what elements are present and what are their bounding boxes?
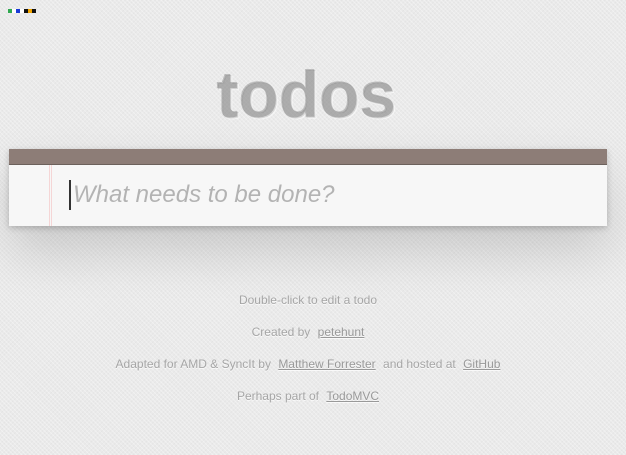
text-cursor xyxy=(69,180,71,210)
created-by-line: Created by petehunt xyxy=(0,322,616,354)
hosted-at-label: and hosted at xyxy=(383,357,456,371)
petehunt-link[interactable]: petehunt xyxy=(318,325,365,339)
notebook-margin-line xyxy=(49,165,52,226)
info-footer: Double-click to edit a todo Created by p… xyxy=(0,290,616,418)
matthew-forrester-link[interactable]: Matthew Forrester xyxy=(278,357,375,371)
github-link[interactable]: GitHub xyxy=(463,357,500,371)
part-of-line: Perhaps part of TodoMVC xyxy=(0,386,616,418)
adapted-by-line: Adapted for AMD & SyncIt by Matthew Forr… xyxy=(0,354,616,386)
new-todo-input[interactable] xyxy=(69,165,589,225)
todo-app xyxy=(9,149,607,226)
created-by-label: Created by xyxy=(251,325,311,339)
edit-instructions: Double-click to edit a todo xyxy=(238,293,378,307)
adapted-by-label: Adapted for AMD & SyncIt by xyxy=(115,357,271,371)
part-of-label: Perhaps part of xyxy=(236,389,320,403)
app-header-bar xyxy=(9,149,607,165)
todomvc-link[interactable]: TodoMVC xyxy=(326,389,379,403)
status-swatch xyxy=(32,9,36,13)
app-title: todos xyxy=(217,58,397,132)
status-indicator-icon xyxy=(8,9,36,13)
